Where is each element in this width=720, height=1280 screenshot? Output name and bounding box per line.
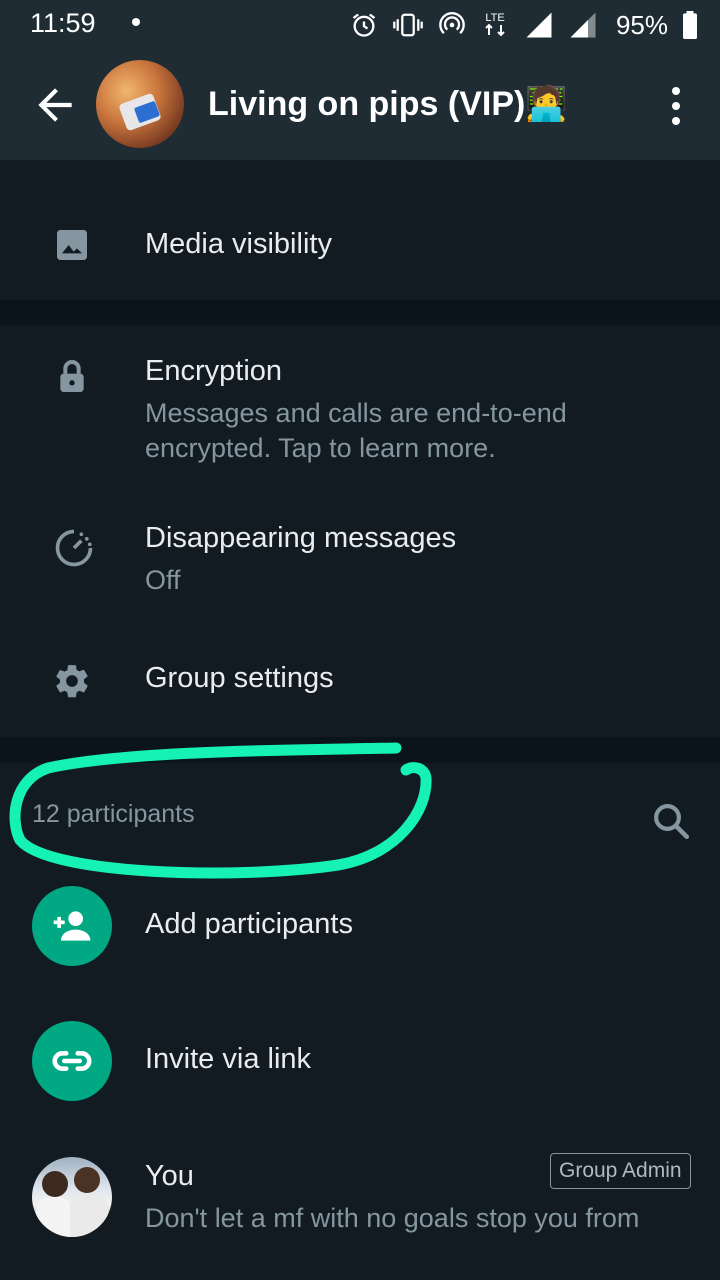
lock-icon	[60, 360, 84, 392]
group-settings-label: Group settings	[145, 662, 334, 694]
avatar-person-shape	[36, 1197, 72, 1237]
invite-via-link-row[interactable]: Invite via link	[0, 1013, 720, 1113]
image-icon	[57, 230, 87, 260]
avatar[interactable]	[32, 1157, 112, 1237]
settings-card: Encryption Messages and calls are end-to…	[0, 325, 720, 737]
section-divider	[0, 737, 720, 763]
avatar-person-shape	[70, 1193, 108, 1237]
group-avatar[interactable]	[96, 60, 184, 148]
invite-link-button[interactable]	[32, 1021, 112, 1101]
group-admin-badge: Group Admin	[550, 1153, 691, 1189]
gear-icon	[56, 665, 88, 698]
disappearing-messages-value: Off	[145, 565, 181, 595]
member-name: You	[145, 1160, 194, 1192]
status-icons: LTE 95%	[350, 8, 698, 42]
signal-icon	[570, 12, 596, 38]
back-arrow-icon	[38, 88, 72, 122]
section-divider	[0, 300, 720, 325]
battery-percent: 95%	[615, 9, 668, 40]
invite-via-link-label: Invite via link	[145, 1043, 312, 1075]
notification-dot-icon	[132, 18, 140, 26]
add-participants-row[interactable]: Add participants	[0, 878, 720, 978]
encryption-row[interactable]: Encryption Messages and calls are end-to…	[0, 325, 720, 485]
hotspot-icon	[439, 12, 465, 34]
battery-icon	[683, 11, 697, 39]
signal-icon	[526, 12, 552, 38]
avatar-head-shape	[42, 1171, 68, 1197]
group-settings-row[interactable]: Group settings	[0, 635, 720, 735]
avatar-head-shape	[74, 1167, 100, 1193]
member-status: Don't let a mf with no goals stop you fr…	[145, 1203, 640, 1233]
encryption-subtitle: Messages and calls are end-to-end encryp…	[145, 398, 567, 463]
disappearing-messages-title: Disappearing messages	[145, 522, 457, 554]
timer-icon	[55, 529, 93, 567]
add-participants-label: Add participants	[145, 908, 353, 940]
link-icon	[52, 1051, 92, 1071]
alarm-icon	[352, 13, 376, 37]
app-bar: Living on pips (VIP)🧑‍💻	[0, 50, 720, 160]
back-button[interactable]	[30, 80, 80, 130]
status-time: 11:59	[30, 8, 96, 38]
search-icon	[654, 804, 690, 840]
encryption-title: Encryption	[145, 355, 283, 387]
more-options-button[interactable]	[664, 84, 688, 128]
lte-icon: LTE	[485, 12, 505, 37]
disappearing-messages-row[interactable]: Disappearing messages Off	[0, 510, 720, 610]
status-bar: 11:59 LTE 95%	[0, 0, 720, 50]
media-visibility-label: Media visibility	[145, 228, 332, 260]
media-visibility-row[interactable]: Media visibility	[0, 160, 720, 300]
more-vert-icon	[672, 87, 680, 125]
vibrate-icon	[393, 13, 423, 37]
search-participants-button[interactable]	[650, 800, 692, 842]
add-participants-button[interactable]	[32, 886, 112, 966]
lte-label: LTE	[485, 12, 504, 24]
group-title[interactable]: Living on pips (VIP)🧑‍💻	[208, 84, 568, 124]
add-person-icon	[53, 911, 91, 941]
participants-count: 12 participants	[32, 800, 195, 828]
